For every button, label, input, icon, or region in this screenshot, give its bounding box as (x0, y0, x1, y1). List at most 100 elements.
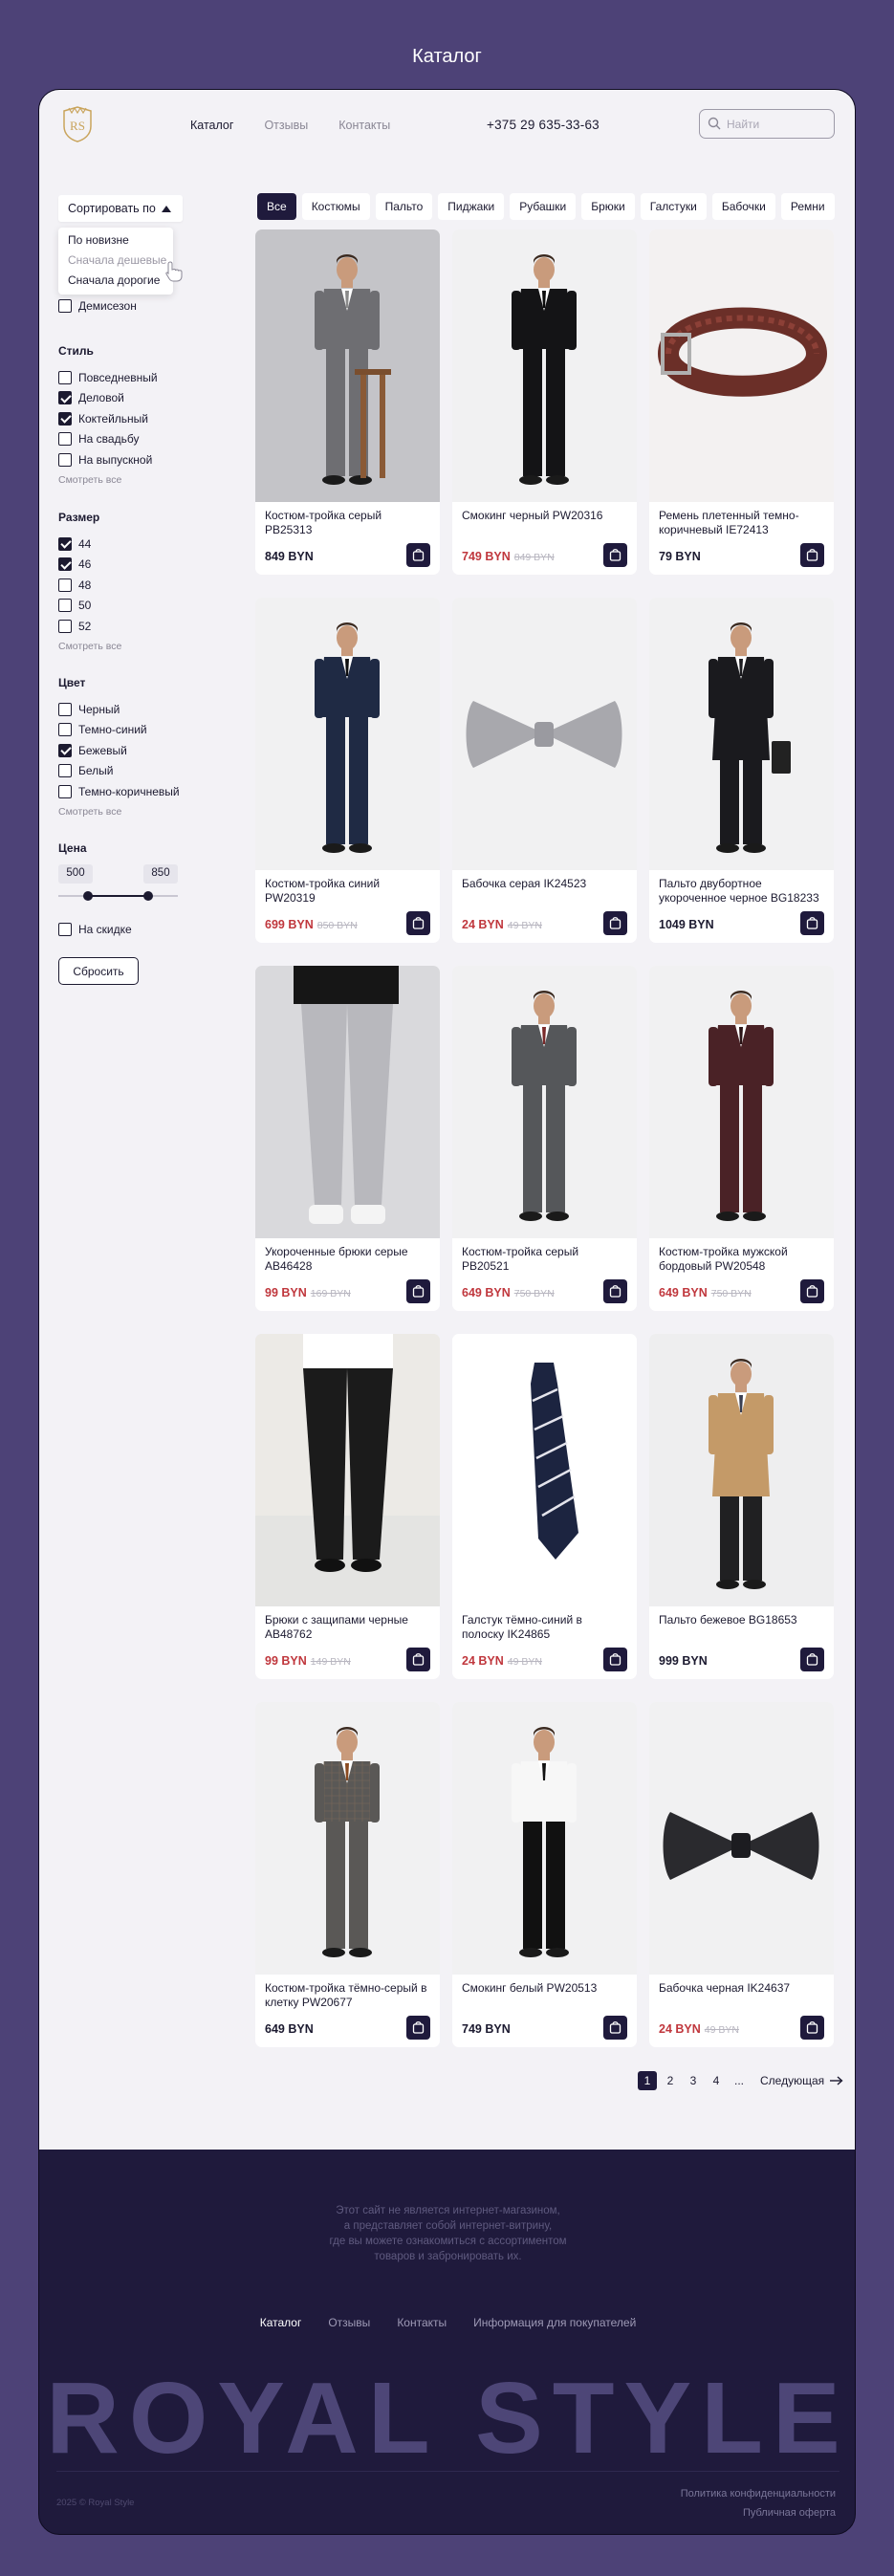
checkbox[interactable] (58, 723, 72, 737)
add-to-cart-button[interactable] (800, 1279, 824, 1303)
style-option[interactable]: На выпускной (58, 449, 158, 470)
product-image[interactable] (452, 229, 637, 502)
page-2[interactable]: 2 (661, 2071, 680, 2090)
product-name[interactable]: Костюм-тройка серый PB20521 (462, 1245, 624, 1274)
product-card[interactable]: Костюм-тройка мужской бордовый PW20548 64… (649, 966, 834, 1311)
nav-contacts[interactable]: Контакты (338, 119, 390, 132)
checkbox[interactable] (58, 536, 72, 551)
privacy-link[interactable]: Политика конфиденциальности (681, 2484, 836, 2503)
checkbox[interactable] (58, 784, 72, 798)
checkbox[interactable] (58, 743, 72, 757)
checkbox[interactable] (58, 391, 72, 405)
product-card[interactable]: Пальто двубортное укороченное черное BG1… (649, 598, 834, 943)
nav-catalog[interactable]: Каталог (190, 119, 233, 132)
sort-option-expensive[interactable]: Сначала дорогие (68, 273, 173, 294)
category-tab[interactable]: Пиджаки (438, 193, 505, 220)
product-image[interactable] (452, 1702, 637, 1975)
product-name[interactable]: Костюм-тройка серый PB25313 (265, 509, 427, 537)
add-to-cart-button[interactable] (603, 1648, 627, 1671)
checkbox[interactable] (58, 578, 72, 592)
nav-reviews[interactable]: Отзывы (264, 119, 308, 132)
filter-option[interactable]: На скидке (58, 919, 132, 940)
price-slider-max-handle[interactable] (142, 891, 153, 901)
search-input[interactable] (727, 115, 826, 134)
see-all-link[interactable]: Смотреть все (58, 806, 180, 818)
style-option[interactable]: Коктейльный (58, 408, 158, 429)
add-to-cart-button[interactable] (406, 1279, 430, 1303)
checkbox[interactable] (58, 599, 72, 613)
checkbox[interactable] (58, 370, 72, 384)
product-card[interactable]: Брюки с защипами черные AB48762 99 BYN 149… (255, 1334, 440, 1679)
product-image[interactable] (255, 598, 440, 870)
product-card[interactable]: Укороченные брюки серые AB46428 99 BYN 169… (255, 966, 440, 1311)
add-to-cart-button[interactable] (603, 2016, 627, 2040)
footer-nav-reviews[interactable]: Отзывы (328, 2316, 370, 2329)
product-name[interactable]: Костюм-тройка мужской бордовый PW20548 (659, 1245, 821, 1274)
add-to-cart-button[interactable] (406, 543, 430, 567)
product-image[interactable] (452, 966, 637, 1238)
add-to-cart-button[interactable] (406, 911, 430, 935)
product-name[interactable]: Костюм-тройка тёмно-серый в клетку PW206… (265, 1981, 427, 2010)
product-card[interactable]: Костюм-тройка серый PB25313 849 BYN (255, 229, 440, 575)
checkbox[interactable] (58, 452, 72, 467)
product-card[interactable]: Смокинг черный PW20316 749 BYN 849 BYN (452, 229, 637, 575)
product-card[interactable]: Смокинг белый PW20513 749 BYN (452, 1702, 637, 2047)
product-image[interactable] (452, 598, 637, 870)
price-min-input[interactable]: 500 (58, 864, 93, 884)
filter-option[interactable]: Демисезон (58, 295, 137, 317)
add-to-cart-button[interactable] (800, 911, 824, 935)
category-tab[interactable]: Галстуки (640, 193, 707, 220)
page-3[interactable]: 3 (684, 2071, 703, 2090)
category-tab[interactable]: Пальто (375, 193, 433, 220)
product-card[interactable]: Костюм-тройка синий PW20319 699 BYN 850 BY… (255, 598, 440, 943)
product-name[interactable]: Пальто двубортное укороченное черное BG1… (659, 877, 821, 906)
add-to-cart-button[interactable] (603, 543, 627, 567)
add-to-cart-button[interactable] (800, 543, 824, 567)
reset-button[interactable]: Сбросить (58, 957, 139, 985)
product-image[interactable] (649, 229, 834, 502)
product-card[interactable]: Ремень плетенный темно-коричневый IE7241… (649, 229, 834, 575)
product-image[interactable] (649, 598, 834, 870)
product-name[interactable]: Смокинг черный PW20316 (462, 509, 624, 523)
category-tab[interactable]: Рубашки (510, 193, 577, 220)
product-image[interactable] (649, 1702, 834, 1975)
product-name[interactable]: Укороченные брюки серые AB46428 (265, 1245, 427, 1274)
next-page-button[interactable]: Следующая (760, 2074, 843, 2087)
product-card[interactable]: Пальто бежевое BG18653 999 BYN (649, 1334, 834, 1679)
checkbox[interactable] (58, 432, 72, 447)
product-card[interactable]: Галстук тёмно-синий в полоску IK24865 24 … (452, 1334, 637, 1679)
color-option[interactable]: Белый (58, 761, 180, 782)
product-image[interactable] (255, 1702, 440, 1975)
size-option[interactable]: 44 (58, 534, 121, 555)
style-option[interactable]: Деловой (58, 388, 158, 409)
category-tab[interactable]: Костюмы (301, 193, 370, 220)
product-name[interactable]: Брюки с защипами черные AB48762 (265, 1613, 427, 1642)
phone-number[interactable]: +375 29 635-33-63 (487, 118, 600, 132)
product-card[interactable]: Бабочка серая IK24523 24 BYN 49 BYN (452, 598, 637, 943)
size-option[interactable]: 52 (58, 616, 121, 637)
price-max-input[interactable]: 850 (143, 864, 178, 884)
product-image[interactable] (649, 966, 834, 1238)
page-1[interactable]: 1 (638, 2071, 657, 2090)
sort-option-newest[interactable]: По новизне (68, 233, 173, 253)
checkbox[interactable] (58, 557, 72, 572)
see-all-link[interactable]: Смотреть все (58, 474, 158, 486)
sort-option-cheapest[interactable]: Сначала дешевые (68, 253, 173, 273)
add-to-cart-button[interactable] (800, 2016, 824, 2040)
size-option[interactable]: 50 (58, 596, 121, 617)
checkbox[interactable] (58, 702, 72, 716)
checkbox[interactable] (58, 298, 72, 313)
add-to-cart-button[interactable] (406, 1648, 430, 1671)
style-option[interactable]: Повседневный (58, 367, 158, 388)
color-option[interactable]: Темно-коричневый (58, 781, 180, 802)
offer-link[interactable]: Публичная оферта (681, 2503, 836, 2522)
product-image[interactable] (255, 1334, 440, 1606)
product-name[interactable]: Галстук тёмно-синий в полоску IK24865 (462, 1613, 624, 1642)
product-image[interactable] (452, 1334, 637, 1606)
page-4[interactable]: 4 (707, 2071, 726, 2090)
see-all-link[interactable]: Смотреть все (58, 641, 121, 652)
product-name[interactable]: Ремень плетенный темно-коричневый IE7241… (659, 509, 821, 537)
color-option[interactable]: Черный (58, 699, 180, 720)
price-slider-min-handle[interactable] (83, 891, 94, 901)
product-card[interactable]: Бабочка черная IK24637 24 BYN 49 BYN (649, 1702, 834, 2047)
